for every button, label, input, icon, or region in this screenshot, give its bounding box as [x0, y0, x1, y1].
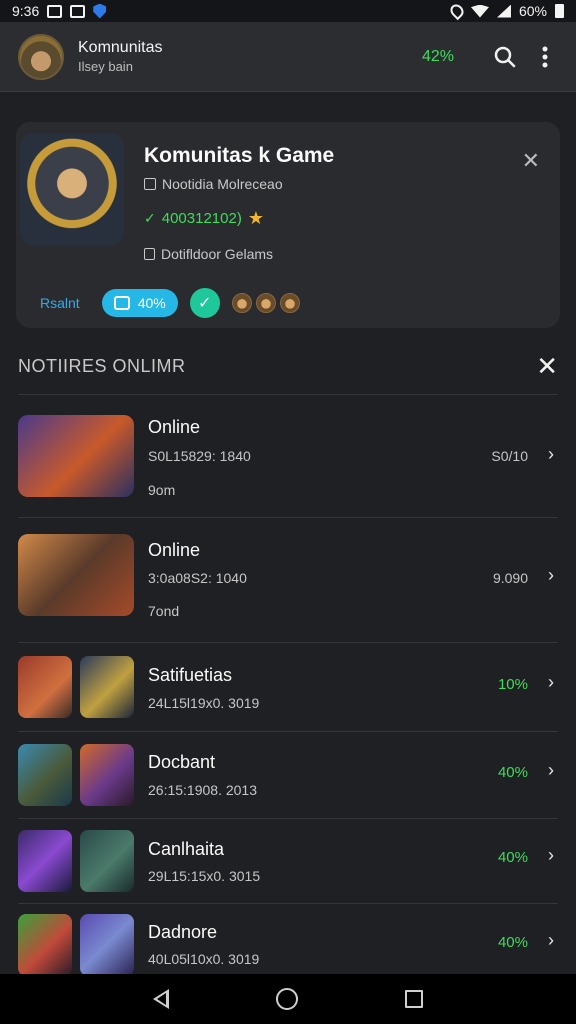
community-actions: Rsalnt 40% ✓	[40, 288, 300, 318]
game-thumbnail	[80, 914, 134, 976]
close-icon[interactable]: ✕	[536, 353, 558, 379]
game-thumbnail	[80, 744, 134, 806]
item-title: Docbant	[148, 752, 216, 772]
community-title: Komunitas k Game	[144, 144, 335, 167]
box-icon	[144, 178, 156, 190]
app-bar: Komnunitas Ilsey bain 42%	[0, 22, 576, 92]
list-item[interactable]: Online S0L15829: 1840 9om S0/10 ›	[0, 395, 576, 517]
navigation-bar	[0, 974, 576, 1024]
app-title: Komnunitas	[78, 39, 163, 56]
community-detail-row: Dotifldoor Gelams	[144, 246, 273, 262]
item-value: 40%	[497, 934, 528, 951]
item-title: Online	[148, 417, 201, 437]
back-icon[interactable]	[153, 989, 170, 1009]
community-line1: Nootidia Molreceao	[162, 176, 283, 192]
item-value: S0/10	[491, 448, 528, 464]
pill-label: 40%	[137, 295, 166, 311]
chevron-right-icon: ›	[548, 760, 554, 780]
item-subtitle: 29L15:15x0. 3015	[148, 868, 261, 884]
app-percent: 42%	[421, 47, 454, 65]
status-bar: 9:36 60%	[0, 0, 576, 22]
game-thumbnail	[18, 415, 134, 497]
percent-pill-button[interactable]: 40%	[101, 289, 178, 317]
item-value: 9.090	[492, 570, 528, 586]
member-avatars[interactable]	[231, 293, 300, 313]
app-subtitle: Ilsey bain	[78, 59, 133, 74]
item-meta: 9om	[148, 482, 176, 498]
game-thumbnail	[80, 656, 134, 718]
close-icon[interactable]: ✕	[522, 148, 540, 174]
section-title: NOTIIRES ONLIMR	[18, 355, 186, 376]
list-item[interactable]: Satifuetias 24L15l19x0. 3019 10% ›	[0, 643, 576, 731]
avatar[interactable]	[18, 33, 64, 80]
signal-icon	[496, 4, 511, 18]
check-icon: ✓	[144, 210, 156, 226]
item-value: 10%	[497, 676, 528, 693]
edit-icon	[113, 296, 130, 310]
item-subtitle: S0L15829: 1840	[148, 448, 251, 464]
chevron-right-icon: ›	[548, 672, 554, 692]
item-subtitle: 3:0a08S2: 1040	[148, 570, 247, 586]
screen-icon	[47, 4, 63, 18]
chevron-right-icon: ›	[548, 444, 554, 464]
chevron-right-icon: ›	[548, 845, 554, 865]
shield-icon	[93, 3, 107, 19]
item-subtitle: 26:15:1908. 2013	[148, 782, 257, 798]
battery-percent: 60%	[518, 3, 547, 19]
game-thumbnail	[18, 656, 72, 718]
community-info-row: Nootidia Molreceao	[144, 176, 283, 192]
member-avatar	[255, 293, 276, 313]
section-header: NOTIIRES ONLIMR ✕	[18, 350, 558, 382]
battery-icon	[555, 4, 564, 18]
item-title: Online	[148, 540, 201, 560]
message-icon	[70, 4, 86, 18]
community-line2: 400312102)	[161, 210, 242, 227]
item-meta: 7ond	[148, 603, 180, 619]
app-bar-titles: Komnunitas Ilsey bain	[78, 39, 163, 74]
member-avatar	[231, 293, 252, 313]
status-time: 9:36	[12, 3, 40, 19]
item-value: 40%	[497, 849, 528, 866]
lock-icon	[144, 248, 155, 260]
community-stat-row: ✓ 400312102) ★	[144, 208, 264, 229]
list-item[interactable]: Docbant 26:15:1908. 2013 40% ›	[0, 732, 576, 818]
member-avatar	[279, 293, 300, 313]
home-icon[interactable]	[275, 988, 298, 1010]
item-title: Satifuetias	[148, 665, 233, 685]
game-thumbnail	[18, 744, 72, 806]
game-thumbnail	[80, 830, 134, 892]
item-title: Canlhaita	[148, 839, 225, 859]
list-item[interactable]: Online 3:0a08S2: 1040 7ond 9.090 ›	[0, 518, 576, 642]
community-thumbnail	[20, 133, 124, 245]
chevron-right-icon: ›	[548, 565, 554, 585]
chevron-right-icon: ›	[548, 930, 554, 950]
more-icon[interactable]	[532, 44, 558, 70]
check-button[interactable]: ✓	[189, 288, 220, 318]
item-subtitle: 24L15l19x0. 3019	[148, 695, 260, 711]
search-icon[interactable]	[492, 44, 518, 70]
game-thumbnail	[18, 534, 134, 616]
community-line3: Dotifldoor Gelams	[161, 246, 274, 262]
community-link[interactable]: Rsalnt	[40, 295, 80, 311]
recents-icon[interactable]	[404, 990, 423, 1008]
community-card: Komunitas k Game ✕ Nootidia Molreceao ✓ …	[16, 122, 560, 328]
list-item[interactable]: Dadnore 40L05l10x0. 3019 40% ›	[0, 904, 576, 976]
item-title: Dadnore	[148, 922, 218, 942]
star-icon: ★	[247, 208, 264, 228]
item-subtitle: 40L05l10x0. 3019	[148, 951, 260, 967]
location-icon	[447, 1, 467, 21]
game-thumbnail	[18, 914, 72, 976]
item-value: 40%	[497, 764, 528, 781]
wifi-icon	[470, 4, 489, 18]
list-item[interactable]: Canlhaita 29L15:15x0. 3015 40% ›	[0, 819, 576, 903]
game-thumbnail	[18, 830, 72, 892]
